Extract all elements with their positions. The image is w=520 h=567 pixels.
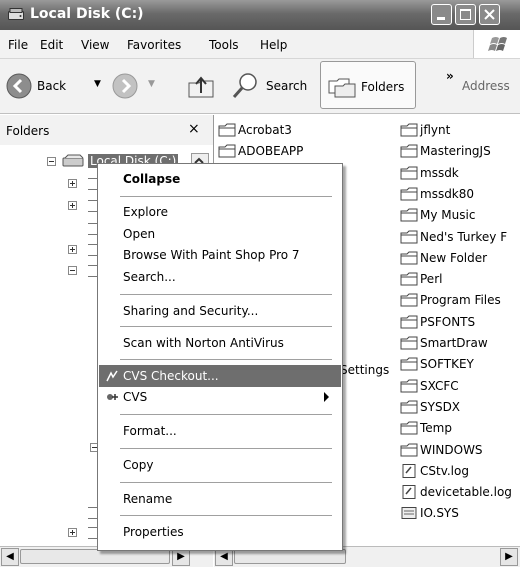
menu-item-sharing-security[interactable]: Sharing and Security... xyxy=(99,300,341,322)
folder-icon xyxy=(400,272,418,286)
toolbar: Back ▼ ▼ Search Folders » Address xyxy=(0,59,520,114)
maximize-button[interactable] xyxy=(455,4,476,25)
menu-view[interactable]: View xyxy=(81,38,109,52)
folder-icon xyxy=(400,443,418,457)
search-button[interactable]: Search xyxy=(226,59,314,113)
menu-bar: File Edit View Favorites Tools Help xyxy=(0,30,520,59)
tree-expand-toggle[interactable] xyxy=(68,179,77,188)
menu-help[interactable]: Help xyxy=(260,38,287,52)
toolbar-overflow[interactable]: » xyxy=(446,69,454,83)
log-file-icon xyxy=(402,464,416,478)
menu-item-properties[interactable]: Properties xyxy=(99,521,341,543)
menu-item-cvs-checkout[interactable]: CVS Checkout... xyxy=(99,365,341,387)
tree-expand-toggle[interactable] xyxy=(68,245,77,254)
menu-tools[interactable]: Tools xyxy=(209,38,239,52)
folder-icon xyxy=(400,123,418,137)
folder-icon xyxy=(218,144,236,158)
minimize-button[interactable] xyxy=(431,4,452,25)
folders-label: Folders xyxy=(361,80,405,94)
folder-icon xyxy=(400,230,418,244)
menu-item-rename[interactable]: Rename xyxy=(99,488,341,510)
scroll-right-button[interactable]: ▶ xyxy=(500,548,518,566)
context-menu: Collapse Explore Open Browse With Paint … xyxy=(97,163,343,551)
menu-item-cvs[interactable]: CVS xyxy=(99,386,341,408)
drive-icon xyxy=(62,154,84,167)
folders-pane-title: Folders xyxy=(6,124,50,138)
explorer-window: Local Disk (C:) File Edit View Favorites… xyxy=(0,0,520,567)
scroll-thumb[interactable] xyxy=(234,549,346,564)
sys-file-icon xyxy=(401,507,417,519)
menu-separator xyxy=(120,326,332,327)
maximize-icon xyxy=(460,9,471,20)
menu-item-scan-norton[interactable]: Scan with Norton AntiVirus xyxy=(99,332,341,354)
back-label: Back xyxy=(37,79,67,93)
menu-separator xyxy=(120,515,332,516)
folders-button[interactable]: Folders xyxy=(320,61,416,109)
menu-item-format[interactable]: Format... xyxy=(99,420,341,442)
folder-icon xyxy=(400,379,418,393)
forward-button[interactable]: ▼ xyxy=(112,59,170,113)
tree-collapse-toggle[interactable] xyxy=(68,266,77,275)
menu-separator xyxy=(120,294,332,295)
menu-item-copy[interactable]: Copy xyxy=(99,454,341,476)
folder-icon xyxy=(400,336,418,350)
search-label: Search xyxy=(266,79,308,93)
menu-separator xyxy=(120,482,332,483)
folder-icon xyxy=(400,251,418,265)
cvs-icon xyxy=(107,394,118,400)
menu-item-open[interactable]: Open xyxy=(99,223,341,245)
scroll-thumb[interactable] xyxy=(20,549,170,564)
forward-dropdown-icon[interactable]: ▼ xyxy=(148,79,155,89)
menu-favorites[interactable]: Favorites xyxy=(127,38,181,52)
search-icon xyxy=(232,73,257,98)
root-collapse-toggle[interactable] xyxy=(47,157,56,166)
folder-icon xyxy=(400,357,418,371)
menu-file[interactable]: File xyxy=(8,38,28,52)
list-item-partial[interactable]: Settings xyxy=(340,363,389,382)
folder-icon xyxy=(400,315,418,329)
menu-separator xyxy=(120,196,332,197)
close-icon xyxy=(484,9,495,20)
menu-item-explore[interactable]: Explore xyxy=(99,201,341,223)
folder-icon xyxy=(400,144,418,158)
menu-item-search[interactable]: Search... xyxy=(99,266,341,288)
menu-edit[interactable]: Edit xyxy=(40,38,63,52)
folder-icon xyxy=(400,166,418,180)
folders-icon xyxy=(328,78,356,98)
folder-icon xyxy=(400,421,418,435)
folders-close-icon[interactable]: × xyxy=(188,121,200,137)
scroll-left-button[interactable]: ◀ xyxy=(1,548,19,566)
back-arrow-icon xyxy=(6,73,32,99)
menu-item-collapse[interactable]: Collapse xyxy=(99,168,341,190)
menu-separator xyxy=(120,359,332,360)
back-button[interactable]: Back ▼ xyxy=(4,59,110,113)
up-button[interactable] xyxy=(186,59,220,113)
up-folder-icon xyxy=(188,76,214,98)
forward-arrow-icon xyxy=(112,73,138,99)
title-bar[interactable]: Local Disk (C:) xyxy=(0,0,520,30)
minimize-icon xyxy=(437,17,445,20)
folder-icon xyxy=(400,208,418,222)
cvs-icon xyxy=(106,370,118,382)
submenu-arrow-icon xyxy=(324,392,329,402)
folders-header: Folders × xyxy=(0,115,213,145)
folder-icon xyxy=(400,187,418,201)
menu-separator xyxy=(120,414,332,415)
windows-logo xyxy=(473,30,520,58)
close-button[interactable] xyxy=(479,4,500,25)
tree-expand-toggle[interactable] xyxy=(68,201,77,210)
menu-separator xyxy=(120,448,332,449)
address-label: Address xyxy=(462,79,510,93)
windows-logo-icon xyxy=(488,37,507,51)
folder-icon xyxy=(400,293,418,307)
menu-item-browse-paint-shop-pro[interactable]: Browse With Paint Shop Pro 7 xyxy=(99,244,341,266)
back-dropdown-icon[interactable]: ▼ xyxy=(94,79,101,89)
window-title: Local Disk (C:) xyxy=(30,6,144,22)
log-file-icon xyxy=(402,485,416,499)
tree-expand-toggle[interactable] xyxy=(68,528,77,537)
drive-icon xyxy=(8,8,24,20)
folder-icon xyxy=(400,400,418,414)
folder-icon xyxy=(218,123,236,137)
